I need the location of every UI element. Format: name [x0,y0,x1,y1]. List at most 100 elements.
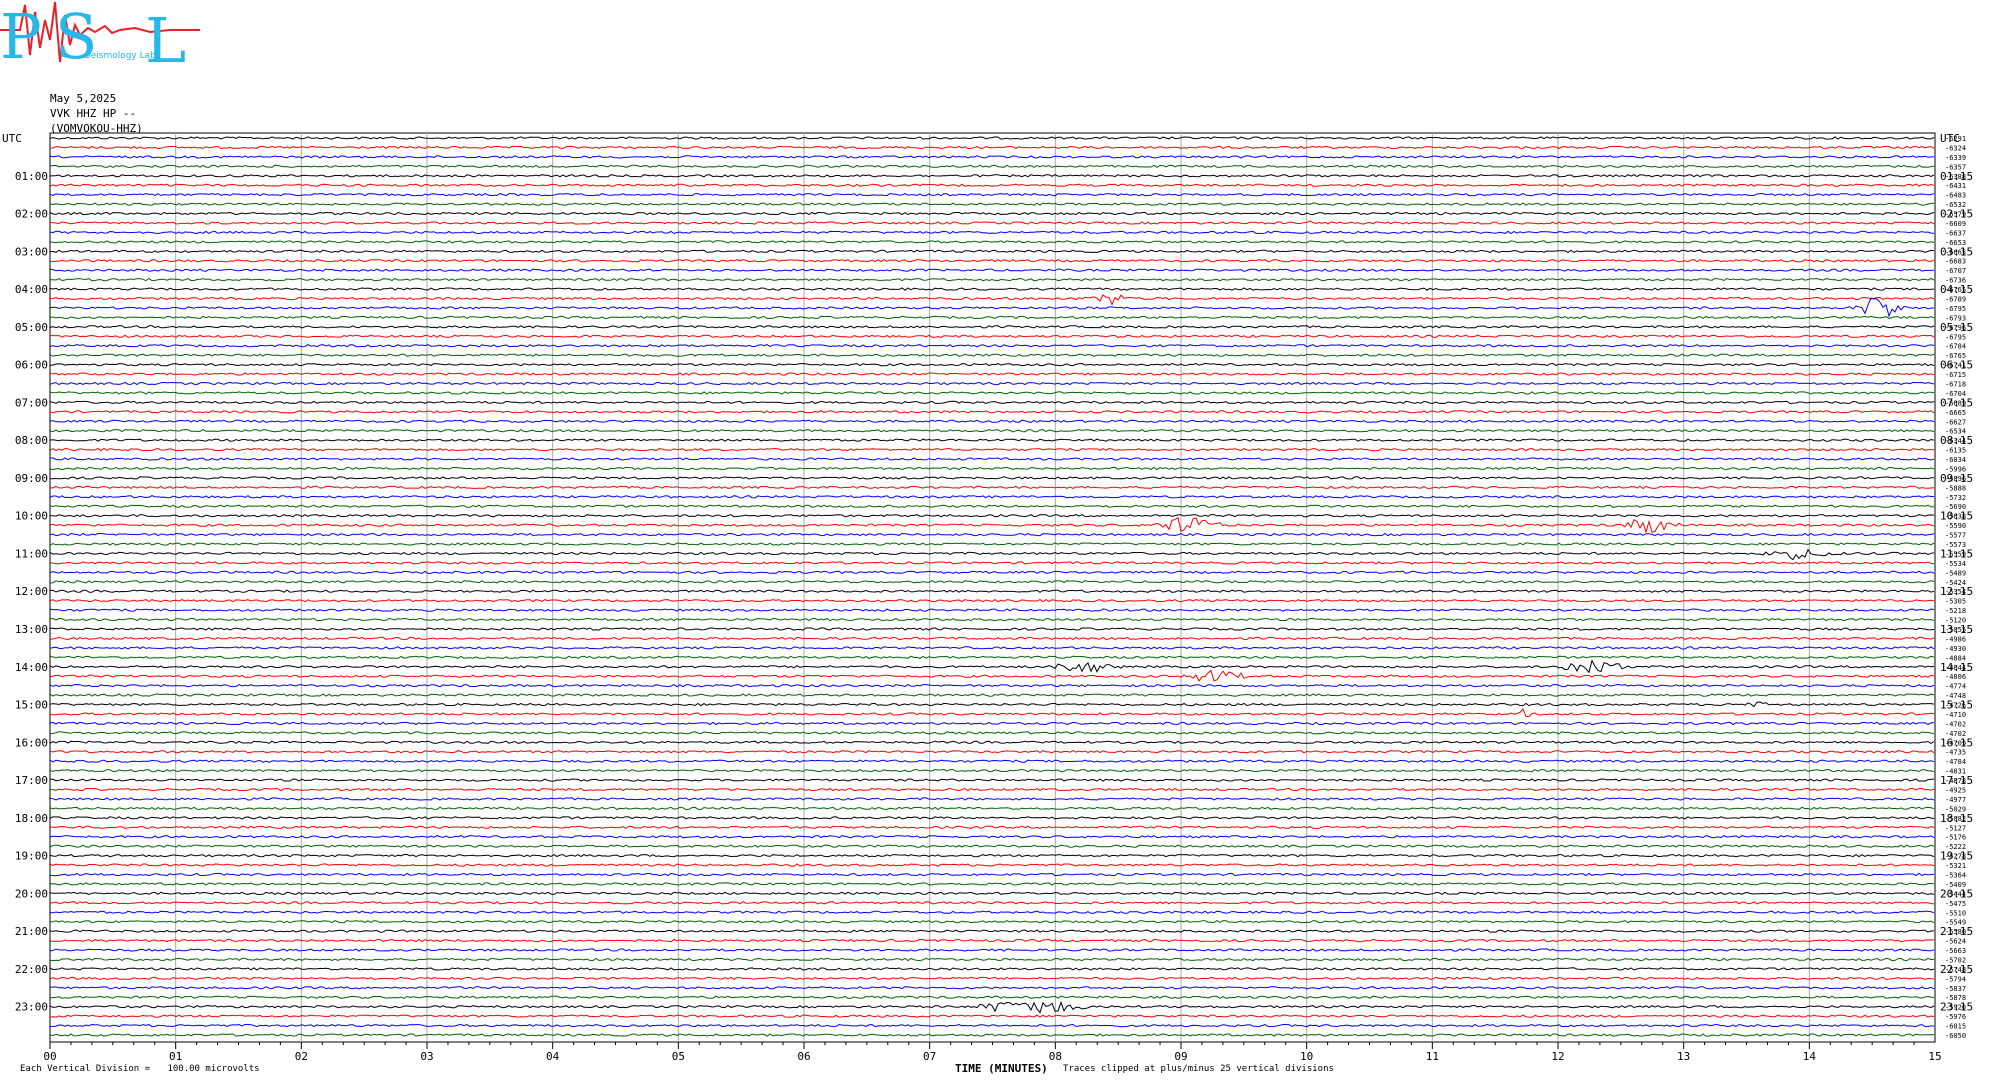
trace-baseline-value: -6795 [1945,305,1966,313]
seismic-trace [49,516,1935,534]
seismic-trace [49,872,1935,877]
seismic-trace [50,220,1935,225]
trace-baseline-value: -5624 [1945,938,1966,946]
right-hour-label: 07:15 [1940,396,1973,409]
x-tick-label: 14 [1803,1050,1817,1063]
trace-baseline-value: -4710 [1945,711,1966,719]
x-tick-label: 10 [1300,1050,1313,1063]
seismic-trace [49,145,1935,150]
left-hour-label: 14:00 [15,661,48,674]
seismic-trace [49,768,1935,773]
trace-baseline-value: -6324 [1945,144,1966,152]
seismic-trace [49,381,1935,386]
seismic-trace [49,211,1935,216]
trace-baseline-value: -5218 [1945,607,1966,615]
left-hour-label: 03:00 [15,245,48,258]
left-hour-label: 16:00 [15,736,48,749]
seismic-trace [49,410,1935,414]
seismic-trace [49,240,1935,244]
seismic-trace [49,514,1935,518]
seismic-trace [49,863,1935,867]
seismic-trace [49,608,1935,612]
clip-note: Traces clipped at plus/minus 25 vertical… [1063,1064,1334,1074]
seismic-trace [49,910,1935,914]
seismic-trace [49,967,1935,971]
seismic-trace [49,901,1935,905]
left-hour-label: 18:00 [15,812,48,825]
seismic-trace [49,495,1935,499]
right-hour-label: 04:15 [1940,283,1973,296]
trace-baseline-value: -4735 [1945,749,1966,757]
seismic-trace [49,731,1935,735]
trace-baseline-value: -6609 [1945,220,1966,228]
seismic-trace [49,844,1935,848]
trace-baseline-value: -4774 [1945,683,1966,691]
seismic-trace [49,683,1935,688]
helicorder-plot: 00 01 02 03 04 05 06 07 08 09 10 11 12 13 14 15-6291-63… [2,132,1973,1063]
seismic-trace [49,504,1935,508]
vertical-division-note: Each Vertical Division = 100.00 microvol… [20,1064,260,1074]
seismic-trace [49,485,1935,490]
trace-baseline-value: -6795 [1945,333,1966,341]
x-tick-label: 06 [797,1050,810,1063]
trace-baseline-value: -4930 [1945,645,1966,653]
seismic-trace [49,825,1935,829]
seismic-trace [49,353,1935,357]
right-hour-label: 12:15 [1940,585,1973,598]
seismic-trace [49,548,1935,561]
x-tick-label: 07 [923,1050,936,1063]
x-tick-label: 04 [546,1050,560,1063]
right-hour-label: 16:15 [1940,736,1973,749]
trace-baseline-value: -4986 [1945,635,1966,643]
seismic-trace [49,646,1935,650]
seismic-trace [49,230,1935,235]
trace-baseline-value: -4977 [1945,796,1966,804]
right-hour-label: UTC [1940,132,1960,145]
x-tick-label: 15 [1928,1050,1941,1063]
right-hour-label: 14:15 [1940,661,1973,674]
right-hour-label: 22:15 [1940,963,1973,976]
trace-baseline-value: -6637 [1945,229,1966,237]
seismic-trace [49,627,1935,631]
seismic-trace [49,570,1935,574]
seismic-trace [49,362,1935,367]
trace-baseline-value: -6718 [1945,380,1966,388]
seismic-trace [49,659,1935,674]
seismic-trace [49,532,1935,537]
trace-baseline-value: -6015 [1945,1023,1966,1031]
trace-baseline-value: -5837 [1945,985,1966,993]
left-hour-label: UTC [2,132,22,145]
seismic-trace [49,561,1935,565]
trace-baseline-value: -6707 [1945,267,1966,275]
seismic-trace [49,259,1935,263]
seismic-trace [49,277,1935,282]
trace-baseline-value: -6431 [1945,182,1966,190]
right-hour-label: 15:15 [1940,699,1973,712]
trace-baseline-value: -5732 [1945,494,1966,502]
trace-baseline-value: -5590 [1945,522,1966,530]
right-hour-label: 03:15 [1940,245,1973,258]
trace-baseline-value: -6715 [1945,371,1966,379]
trace-baseline-value: -6627 [1945,418,1966,426]
left-hour-label: 04:00 [15,283,48,296]
seismic-trace [49,976,1935,981]
seismic-trace [49,750,1935,754]
right-hour-label: 09:15 [1940,472,1973,485]
seismic-trace [49,759,1935,763]
left-hour-label: 21:00 [15,925,48,938]
trace-baseline-value: -4925 [1945,787,1966,795]
seismic-trace [49,183,1935,187]
seismic-trace [49,920,1935,924]
seismic-trace [49,957,1935,962]
seismic-trace [49,882,1934,886]
seismic-trace [49,708,1935,717]
trace-baseline-value: -6034 [1945,456,1966,464]
seismic-trace [49,136,1935,140]
left-hour-label: 15:00 [15,699,48,712]
left-hour-label: 22:00 [15,963,48,976]
x-tick-label: 05 [672,1050,685,1063]
seismic-trace [49,428,1935,433]
vertical-division-value: 100.00 microvolts [167,1064,260,1074]
seismic-trace [49,297,1934,318]
x-tick-label: 03 [420,1050,433,1063]
